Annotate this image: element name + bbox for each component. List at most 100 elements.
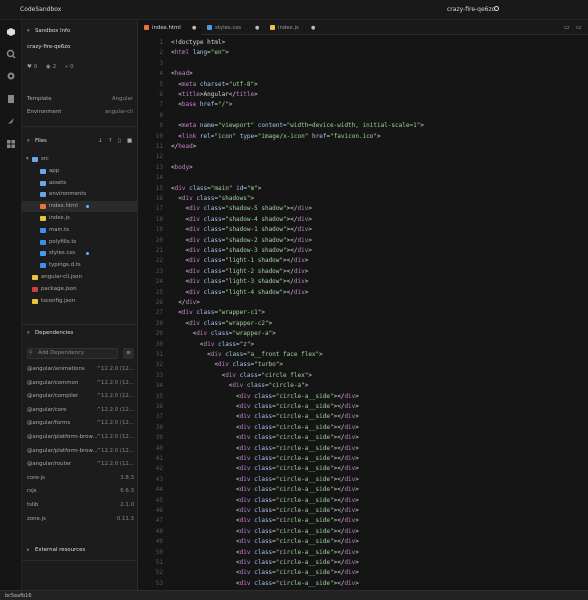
cube-icon[interactable] <box>6 27 16 37</box>
dependency-item[interactable]: tslib 2.1.0 <box>22 500 138 512</box>
dependency-version[interactable]: ^12.2.0 (12... <box>97 420 134 426</box>
dependency-version[interactable]: 6.6.3 <box>120 488 134 494</box>
tab-styles-css[interactable]: styles.css ● <box>201 20 264 35</box>
file-tree-item[interactable]: package.json <box>22 284 138 295</box>
sandbox-info-header[interactable]: ▾ Sandbox Info <box>22 24 138 38</box>
code-line[interactable]: 14 <box>138 174 588 184</box>
code-line[interactable]: 19 <div class="shadow-1 shadow"></div> <box>138 226 588 236</box>
files-header[interactable]: ▾ Files ↓ ↑ ▯ ■ <box>22 134 138 148</box>
code-line[interactable]: 31 <div class="a__front face flex"> <box>138 351 588 361</box>
new-file-icon[interactable]: ↓ <box>98 138 103 144</box>
code-line[interactable]: 4 <head> <box>138 70 588 80</box>
code-line[interactable]: 5 <meta charset="utf-8"> <box>138 81 588 91</box>
file-tree-item[interactable]: index.js <box>22 213 138 224</box>
code-line[interactable]: 11 </head> <box>138 143 588 153</box>
file-tree-item[interactable]: typings.d.ts <box>22 260 138 271</box>
tab-index-html[interactable]: index.html ● <box>138 20 201 35</box>
code-line[interactable]: 40 <div class="circle-a__side"></div> <box>138 445 588 455</box>
code-line[interactable]: 3 <box>138 60 588 70</box>
close-icon[interactable]: ● <box>192 25 196 31</box>
code-line[interactable]: 52 <div class="circle-a__side"></div> <box>138 569 588 579</box>
code-line[interactable]: 35 <div class="circle-a__side"></div> <box>138 393 588 403</box>
close-icon[interactable]: ● <box>255 25 259 31</box>
file-tree-item[interactable]: styles.css <box>22 248 138 259</box>
dependency-item[interactable]: @angular/animations ^12.2.0 (12... <box>22 364 138 376</box>
dependency-item[interactable]: core-js 3.8.3 <box>22 473 138 485</box>
code-line[interactable]: 7 <base href="/"> <box>138 101 588 111</box>
add-dependency-input[interactable]: Add Dependency <box>27 348 118 359</box>
file-tree-item[interactable]: environments <box>22 189 138 200</box>
code-line[interactable]: 30 <div class="z"> <box>138 341 588 351</box>
code-line[interactable]: 39 <div class="circle-a__side"></div> <box>138 434 588 444</box>
deploy-icon[interactable] <box>6 94 16 104</box>
file-tree-item[interactable]: app <box>22 166 138 177</box>
split-view-icon[interactable]: ▭ <box>564 24 570 31</box>
code-line[interactable]: 28 <div class="wrapper-c2"> <box>138 320 588 330</box>
file-tree-item[interactable]: angular-cli.json <box>22 272 138 283</box>
code-line[interactable]: 21 <div class="shadow-3 shadow"></div> <box>138 247 588 257</box>
code-line[interactable]: 12 <box>138 153 588 163</box>
file-tree-item[interactable]: tsconfig.json <box>22 296 138 307</box>
dependency-item[interactable]: @angular/forms ^12.2.0 (12... <box>22 418 138 430</box>
code-line[interactable]: 33 <div class="circle flex"> <box>138 372 588 382</box>
code-line[interactable]: 46 <div class="circle-a__side"></div> <box>138 507 588 517</box>
preview-icon[interactable]: ▭ <box>576 24 582 31</box>
dependency-item[interactable]: zone.js 0.11.3 <box>22 514 138 526</box>
code-line[interactable]: 32 <div class="turbo"> <box>138 361 588 371</box>
code-line[interactable]: 22 <div class="light-1 shadow"></div> <box>138 257 588 267</box>
code-line[interactable]: 50 <div class="circle-a__side"></div> <box>138 549 588 559</box>
code-line[interactable]: 38 <div class="circle-a__side"></div> <box>138 424 588 434</box>
dependency-version[interactable]: 3.8.3 <box>120 475 134 481</box>
dependency-version[interactable]: ^12.2.0 (12... <box>97 407 134 413</box>
search-icon[interactable] <box>6 49 16 59</box>
code-line[interactable]: 1 <!doctype html> <box>138 39 588 49</box>
external-resources-header[interactable]: ▸ External resources <box>22 543 138 557</box>
dependency-item[interactable]: @angular/common ^12.2.0 (12... <box>22 378 138 390</box>
code-line[interactable]: 51 <div class="circle-a__side"></div> <box>138 559 588 569</box>
code-line[interactable]: 45 <div class="circle-a__side"></div> <box>138 497 588 507</box>
code-line[interactable]: 37 <div class="circle-a__side"></div> <box>138 413 588 423</box>
dependency-version[interactable]: ^12.2.0 (12... <box>97 393 134 399</box>
dependency-item[interactable]: @angular/platform-brow... ^12.2.0 (12... <box>22 446 138 458</box>
dependency-item[interactable]: @angular/core ^12.2.0 (12... <box>22 405 138 417</box>
list-dependencies-button[interactable]: ≡ <box>123 348 134 359</box>
file-tree-item[interactable]: main.ts <box>22 225 138 236</box>
code-line[interactable]: 49 <div class="circle-a__side"></div> <box>138 538 588 548</box>
dependency-item[interactable]: @angular/router ^12.2.0 (12... <box>22 459 138 471</box>
code-line[interactable]: 41 <div class="circle-a__side"></div> <box>138 455 588 465</box>
code-line[interactable]: 29 <div class="wrapper-a"> <box>138 330 588 340</box>
dependency-version[interactable]: 0.11.3 <box>117 516 134 522</box>
dependency-item[interactable]: rxjs 6.6.3 <box>22 486 138 498</box>
code-line[interactable]: 34 <div class="circle-a"> <box>138 382 588 392</box>
close-icon[interactable]: ● <box>311 25 315 31</box>
code-line[interactable]: 47 <div class="circle-a__side"></div> <box>138 517 588 527</box>
code-line[interactable]: 25 <div class="light-4 shadow"></div> <box>138 289 588 299</box>
app-logo-text[interactable]: CodeSandbox <box>20 6 61 13</box>
file-tree-item[interactable]: ▾ src <box>22 154 138 165</box>
file-tree-item[interactable]: index.html <box>22 201 138 213</box>
code-line[interactable]: 27 <div class="wrapper-c1"> <box>138 309 588 319</box>
project-name[interactable]: crazy-fire-qe6zo <box>447 6 495 13</box>
file-tree-item[interactable]: assets <box>22 178 138 189</box>
rocket-icon[interactable] <box>6 116 16 126</box>
code-line[interactable]: 17 <div class="shadow-5 shadow"></div> <box>138 205 588 215</box>
code-line[interactable]: 8 <box>138 112 588 122</box>
dependency-item[interactable]: @angular/compiler ^12.2.0 (12... <box>22 391 138 403</box>
code-line[interactable]: 23 <div class="light-2 shadow"></div> <box>138 268 588 278</box>
code-line[interactable]: 53 <div class="circle-a__side"></div> <box>138 580 588 590</box>
dependency-item[interactable]: @angular/platform-brow... ^12.2.0 (12... <box>22 432 138 444</box>
code-line[interactable]: 9 <meta name="viewport" content="width=d… <box>138 122 588 132</box>
code-line[interactable]: 6 <title>Angular</title> <box>138 91 588 101</box>
dependency-version[interactable]: ^12.2.0 (12... <box>97 380 134 386</box>
code-editor[interactable]: 1 <!doctype html> 2 <html lang="en"> 3 4 <head… <box>138 35 588 590</box>
dependency-version[interactable]: ^12.2.0 (12... <box>97 448 134 454</box>
dependency-version[interactable]: ^12.2.0 (12... <box>97 366 134 372</box>
code-line[interactable]: 43 <div class="circle-a__side"></div> <box>138 476 588 486</box>
code-line[interactable]: 26 </div> <box>138 299 588 309</box>
dependencies-header[interactable]: ▾ Dependencies <box>22 326 138 340</box>
code-line[interactable]: 24 <div class="light-3 shadow"></div> <box>138 278 588 288</box>
code-line[interactable]: 10 <link rel="icon" type="image/x-icon" … <box>138 133 588 143</box>
gear-icon[interactable] <box>6 71 16 81</box>
code-line[interactable]: 2 <html lang="en"> <box>138 49 588 59</box>
code-line[interactable]: 18 <div class="shadow-4 shadow"></div> <box>138 216 588 226</box>
